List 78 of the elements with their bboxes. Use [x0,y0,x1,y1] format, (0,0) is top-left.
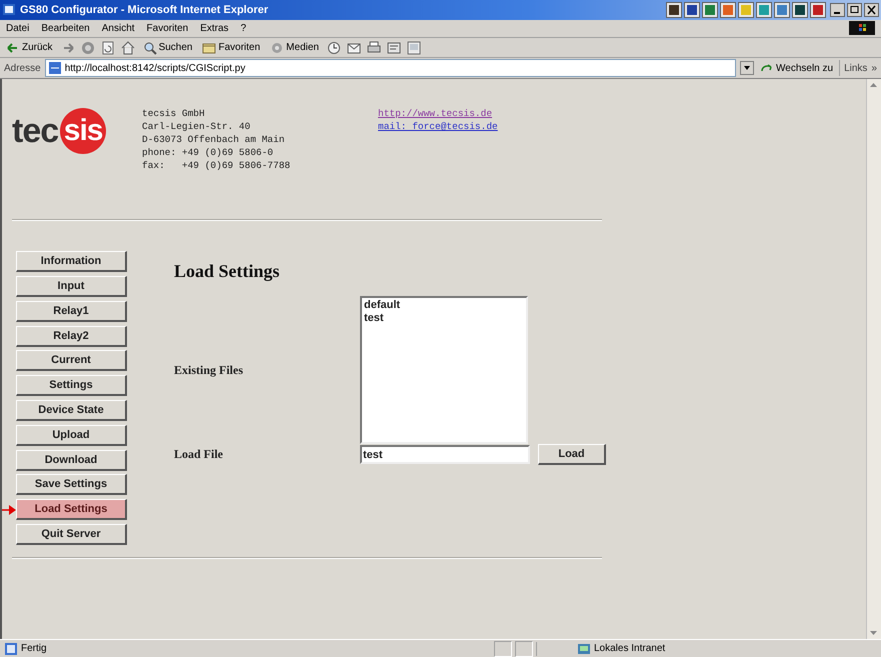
menu-item[interactable]: Datei [6,22,30,34]
address-line: phone: +49 (0)69 5806-0 [142,146,274,160]
nav-button[interactable]: Information [16,251,127,272]
nav-button[interactable]: Device State [16,400,127,422]
menu-item[interactable]: Extras [200,22,229,34]
address-line: fax: +49 (0)69 5806-7788 [142,159,292,172]
nav-button[interactable]: Settings [16,375,127,396]
printer-icon[interactable] [366,40,381,55]
clock-icon[interactable] [326,40,341,55]
file-item[interactable]: default [364,299,524,312]
edit-icon[interactable] [386,40,401,55]
dropdown-icon [740,61,754,76]
nav-button[interactable]: Relay1 [16,300,127,322]
link[interactable]: mail: force@tecsis.de [378,120,498,134]
address-line: tecsis GmbH [142,107,206,120]
home-icon[interactable] [120,40,135,55]
menu-item[interactable]: ? [240,22,246,34]
address-label: Adresse [4,62,41,74]
close-icon [864,2,879,17]
app-icon [756,2,772,18]
refresh-icon[interactable] [100,40,115,55]
address-line: Carl-Legien-Str. 40 [142,120,252,134]
link[interactable]: http://www.tecsis.de [378,107,492,120]
nav-button[interactable]: Save Settings [16,474,127,496]
toolbar-button[interactable]: Favoriten [200,38,262,57]
file-item[interactable]: test [364,312,524,326]
menu-item[interactable]: Bearbeiten [41,22,90,34]
minimize-icon [830,2,845,17]
messenger-icon[interactable] [406,40,421,55]
folder-icon [202,40,216,55]
page-icon [48,61,62,76]
app-icon [702,2,718,18]
status-text: Fertig [21,643,47,654]
nav-button[interactable]: Upload [16,424,127,446]
app-icon [774,2,790,18]
more-chevron[interactable]: » [871,62,877,74]
page-icon [4,642,18,656]
address-line: D-63073 Offenbach am Main [142,133,286,146]
go-button[interactable]: Wechseln zu [758,61,836,76]
app-icon [792,2,808,18]
app-icon [666,2,682,18]
toolbar-button[interactable]: Suchen [140,38,194,57]
menu-item[interactable]: Favoriten [146,22,188,34]
nav-button[interactable]: Quit Server [16,524,127,546]
field-label: Load File [174,447,224,462]
network-icon [577,642,591,656]
menu-item[interactable]: Ansicht [102,22,135,34]
media-icon [270,40,284,55]
nav-button[interactable]: Relay2 [16,326,127,347]
windows-logo-icon [849,21,875,36]
zone-text: Lokales Intranet [594,643,666,654]
company-logo: tec sis [12,107,142,156]
nav-button[interactable]: Load Settings [16,499,127,520]
left-arrow-icon [6,40,20,55]
load-button[interactable]: Load [538,444,606,466]
address-field[interactable]: http://localhost:8142/scripts/CGIScript.py [44,59,736,78]
links-label[interactable]: Links [844,62,868,74]
mail-icon[interactable] [346,40,361,55]
window-title: GS80 Configurator - Microsoft Internet Explorer [20,4,270,16]
file-list[interactable]: default test [360,296,528,444]
app-icon [738,2,754,18]
page-heading: Load Settings [174,261,281,282]
window-icon [2,2,16,18]
nav-button[interactable]: Download [16,450,127,471]
status-panel [515,640,533,657]
pointer-arrow-icon [2,504,16,516]
toolbar-button[interactable]: Zurück [4,38,55,57]
maximize-icon [847,2,862,17]
input-field[interactable]: test [360,445,530,464]
nav-button[interactable]: Current [16,350,127,372]
app-icon [684,2,700,18]
app-icon [810,2,826,18]
field-label: Existing Files [174,362,244,378]
status-panel [494,640,512,657]
app-icon [720,2,736,18]
search-icon [142,40,157,55]
toolbar-button[interactable]: Medien [268,38,321,57]
nav-button[interactable]: Input [16,276,127,298]
